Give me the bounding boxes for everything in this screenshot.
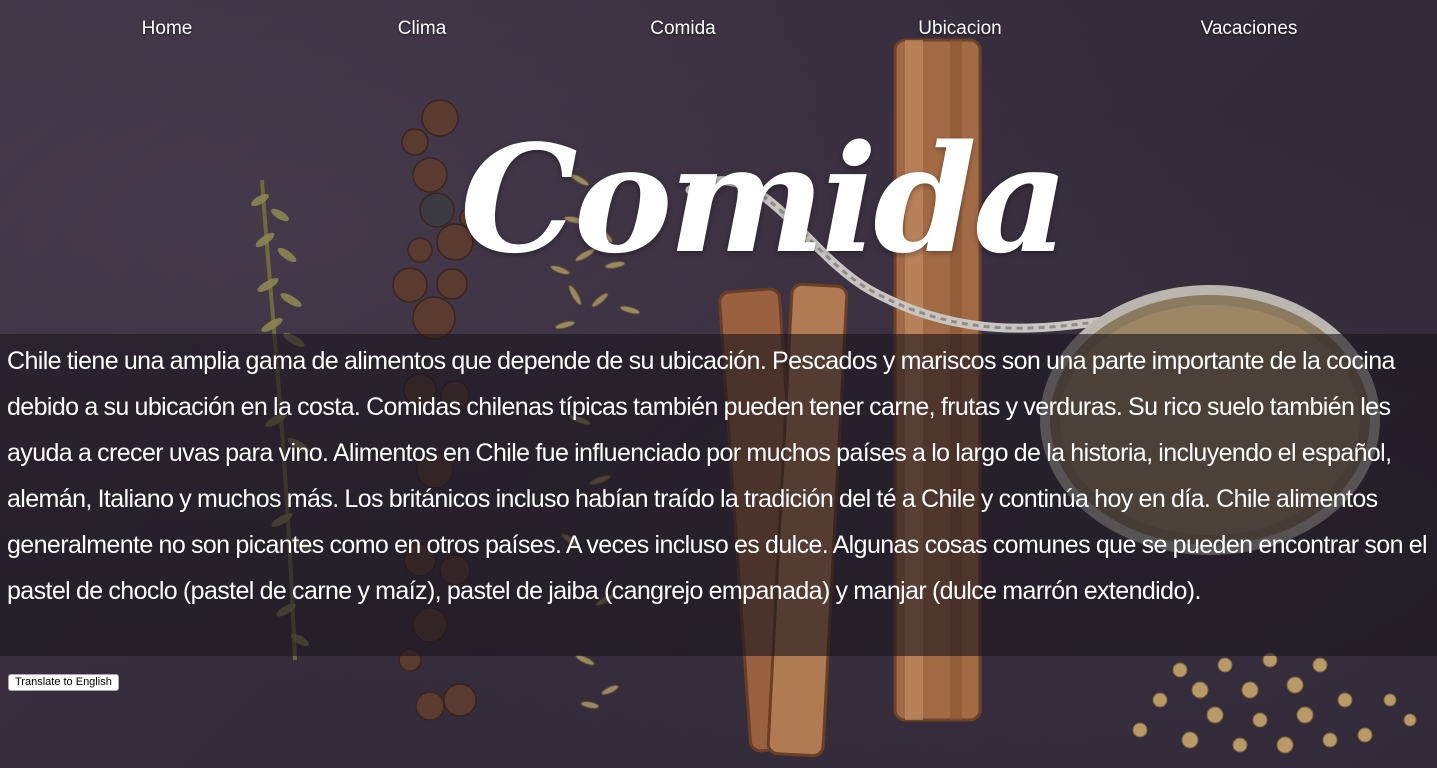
- page-title: Comida: [460, 112, 1069, 286]
- nav-vacaciones-link[interactable]: Vacaciones: [1201, 14, 1298, 44]
- nav-comida-link[interactable]: Comida: [650, 14, 715, 44]
- main-nav: Home Clima Comida Ubicacion Vacaciones: [0, 14, 1437, 46]
- coriander-seeds: [1132, 652, 1417, 754]
- description-paragraph: Chile tiene una amplia gama de alimentos…: [7, 347, 1428, 605]
- nav-home-link[interactable]: Home: [142, 14, 193, 44]
- nav-ubicacion-link[interactable]: Ubicacion: [918, 14, 1001, 44]
- nav-clima-link[interactable]: Clima: [398, 14, 447, 44]
- translate-button[interactable]: Translate to English: [8, 674, 119, 691]
